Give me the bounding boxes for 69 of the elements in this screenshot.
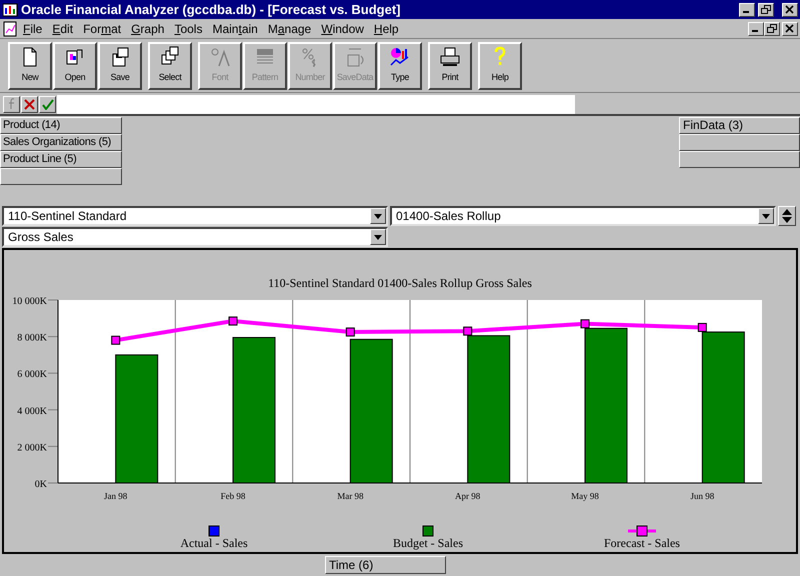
axis-tick-label: Apr 98 [455,491,480,501]
data-point-marker [580,319,590,328]
axis-tick-label: 4 000K [17,406,47,417]
legend-label: Forecast - Sales [604,536,680,550]
dimension-tile[interactable]: Product Line (5) [0,151,122,168]
legend-swatch-icon [422,526,434,536]
printer-icon [439,46,461,68]
legend-label: Actual - Sales [180,536,248,550]
minimize-icon[interactable] [748,22,764,36]
spin-icon[interactable] [778,206,796,226]
menu-item[interactable]: Graph [126,20,170,38]
empty-dimension-slot[interactable] [679,151,800,168]
toolbar-button[interactable]: Type [378,42,422,90]
chart-icon [389,46,411,68]
menu-item[interactable]: Tools [169,20,208,38]
data-point-marker [228,316,238,326]
axis-tick-label: Mar 98 [337,491,364,501]
axis-tick-label: 6 000K [17,369,47,380]
close-icon[interactable] [782,22,798,36]
menu-item[interactable]: Edit [47,20,78,38]
data-point-marker [346,328,355,337]
dropdown-field[interactable]: 110-Sentinel Standard [2,206,388,226]
window-title: Oracle Financial Analyzer (gccdba.db) - [Forecast vs. Budget] [21,0,402,19]
dimension-tile[interactable]: Product (14) [0,117,122,134]
dimension-tile[interactable]: Time (6) [325,556,446,574]
cancel-icon[interactable] [21,96,38,112]
data-point-marker [698,322,707,332]
menu-item[interactable]: File [18,20,48,38]
axis-tick-label: 0K [34,479,47,490]
axis-tick-label: May 98 [571,491,599,501]
dropdown-field[interactable]: 01400-Sales Rollup [390,206,776,226]
formula-field[interactable] [57,94,575,114]
axis-tick-label: Jun 98 [690,491,714,501]
menu-item[interactable]: Format [78,20,126,38]
data-point-marker [111,336,120,345]
axis-tick-label: Jan 98 [104,491,128,501]
toolbar-button[interactable]: Help [478,42,522,90]
menu-item[interactable]: Maintain [207,20,263,38]
menu-item[interactable]: Manage [262,20,316,38]
function-icon[interactable] [3,96,20,112]
dimension-tile[interactable]: FinData (3) [679,117,800,134]
menu-item[interactable]: Help [368,20,404,38]
restore-icon[interactable] [764,22,780,36]
restore-icon[interactable] [758,2,774,16]
dropdown-field[interactable]: Gross Sales [2,227,388,247]
minimize-icon[interactable] [739,2,755,16]
legend-label: Budget - Sales [393,536,463,550]
empty-dimension-slot[interactable] [679,134,800,151]
document-icon [2,20,18,36]
letters-icon [209,46,231,68]
dimension-tile[interactable]: Sales Organizations (5) [0,134,122,151]
empty-dimension-slot[interactable] [0,168,122,185]
menu-item[interactable]: Window [316,20,369,38]
chart-title: 110-Sentinel Standard 01400-Sales Rollup Gross Sales [268,276,532,290]
close-icon[interactable] [782,2,798,16]
legend-line-icon [628,526,656,536]
toolbar-button[interactable]: Select [148,42,192,90]
axis-tick-label: Feb 98 [220,491,246,501]
axis-tick-label: 10 000K [12,296,47,307]
toolbar-button[interactable]: Save [98,42,142,90]
app-icon [2,2,18,18]
toolbar-button[interactable]: New [8,42,52,90]
axis-tick-label: 8 000K [17,332,47,344]
toolbar-button[interactable]: Print [428,42,472,90]
data-point-marker [463,326,472,336]
confirm-icon[interactable] [39,96,56,112]
axis-tick-label: 2 000K [17,442,47,454]
legend-swatch-icon [208,526,220,536]
toolbar-button[interactable]: Open [53,42,97,90]
